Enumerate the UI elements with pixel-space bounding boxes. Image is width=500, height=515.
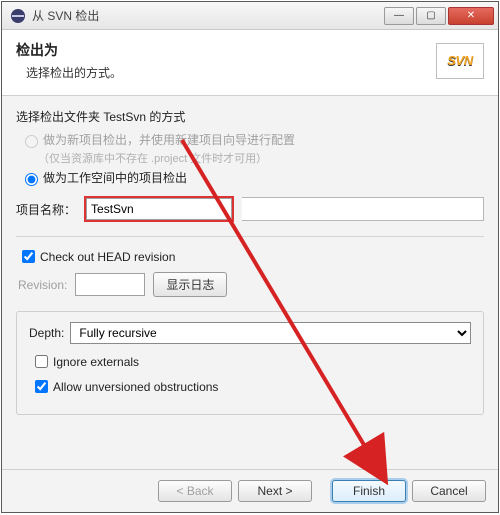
dialog-banner: 检出为 选择检出的方式。 SVN <box>2 30 498 96</box>
project-name-input-rest[interactable] <box>242 197 484 221</box>
dialog-content: 选择检出文件夹 TestSvn 的方式 做为新项目检出，并使用新建项目向导进行配… <box>2 96 498 469</box>
maximize-button[interactable]: ▢ <box>416 7 446 25</box>
allow-unversioned-checkbox[interactable] <box>35 380 48 393</box>
project-name-row: 项目名称： <box>16 196 484 222</box>
radio-new-project: 做为新项目检出，并使用新建项目向导进行配置 <box>20 131 484 148</box>
checkout-head-label: Check out HEAD revision <box>40 250 175 264</box>
depth-label: Depth: <box>29 326 64 340</box>
project-name-input[interactable] <box>86 198 232 220</box>
radio-new-project-hint: （仅当资源库中不存在 .project 文件时才可用） <box>38 150 484 166</box>
revision-input <box>75 273 145 296</box>
ignore-externals-label: Ignore externals <box>53 355 139 369</box>
depth-group: Depth: Fully recursive Ignore externals … <box>16 311 484 415</box>
revision-label: Revision: <box>18 278 67 292</box>
dialog-footer: < Back Next > Finish Cancel <box>2 469 498 512</box>
back-button: < Back <box>158 480 232 502</box>
minimize-button[interactable]: — <box>384 7 414 25</box>
allow-unversioned-row[interactable]: Allow unversioned obstructions <box>31 377 471 396</box>
radio-new-project-label: 做为新项目检出，并使用新建项目向导进行配置 <box>43 131 295 148</box>
app-icon <box>10 8 26 24</box>
ignore-externals-checkbox[interactable] <box>35 355 48 368</box>
allow-unversioned-label: Allow unversioned obstructions <box>53 380 218 394</box>
project-name-label: 项目名称： <box>16 201 76 218</box>
radio-new-project-input <box>25 135 38 148</box>
banner-heading: 检出为 <box>16 40 436 60</box>
window-title: 从 SVN 检出 <box>32 7 384 24</box>
revision-row: Revision: 显示日志 <box>18 272 484 297</box>
radio-workspace-project[interactable]: 做为工作空间中的项目检出 <box>20 169 484 186</box>
checkout-head-row[interactable]: Check out HEAD revision <box>18 247 484 266</box>
close-button[interactable]: ✕ <box>448 7 494 25</box>
title-bar: 从 SVN 检出 — ▢ ✕ <box>2 2 498 30</box>
method-section-title: 选择检出文件夹 TestSvn 的方式 <box>16 108 484 125</box>
dialog-window: 从 SVN 检出 — ▢ ✕ 检出为 选择检出的方式。 SVN 选择检出文件夹 … <box>1 1 499 513</box>
svn-logo-icon: SVN <box>436 43 484 79</box>
ignore-externals-row[interactable]: Ignore externals <box>31 352 471 371</box>
finish-button[interactable]: Finish <box>332 480 406 502</box>
radio-workspace-input[interactable] <box>25 173 38 186</box>
show-log-button[interactable]: 显示日志 <box>153 272 227 297</box>
cancel-button[interactable]: Cancel <box>412 480 486 502</box>
banner-subheading: 选择检出的方式。 <box>26 64 436 81</box>
next-button[interactable]: Next > <box>238 480 312 502</box>
depth-select[interactable]: Fully recursive <box>70 322 471 344</box>
checkout-head-checkbox[interactable] <box>22 250 35 263</box>
radio-workspace-label: 做为工作空间中的项目检出 <box>43 169 187 186</box>
